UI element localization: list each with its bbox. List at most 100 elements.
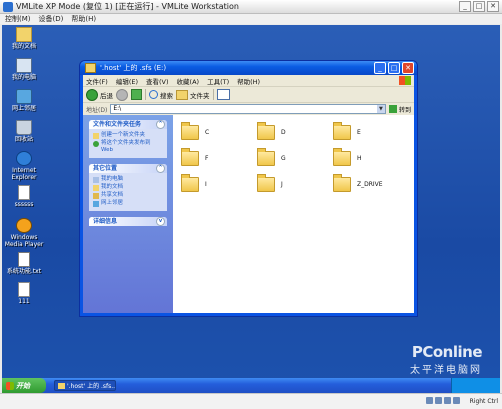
folder-item[interactable]: F bbox=[181, 148, 209, 166]
my-computer-icon bbox=[16, 58, 32, 73]
address-value: E:\ bbox=[113, 105, 122, 112]
menu-tools[interactable]: 工具(T) bbox=[207, 76, 229, 86]
go-label: 转到 bbox=[398, 106, 411, 114]
address-input[interactable]: E:\ ▼ bbox=[110, 104, 386, 114]
folder-item[interactable]: E bbox=[333, 122, 361, 140]
host-key-label: Right Ctrl bbox=[469, 398, 498, 405]
folder-item[interactable]: J bbox=[257, 174, 283, 192]
forward-button[interactable] bbox=[116, 88, 128, 101]
windows-flag-icon bbox=[6, 381, 14, 390]
host-minimize-button[interactable]: _ bbox=[459, 1, 471, 12]
explorer-window-controls: _ □ ✕ bbox=[374, 62, 414, 74]
desktop-icon-label: Windows Media Player bbox=[4, 234, 44, 248]
desktop-icon-111[interactable]: 111 bbox=[4, 282, 44, 305]
desktop-icon-label: 我的文档 bbox=[11, 43, 36, 50]
start-button[interactable]: 开始 bbox=[2, 378, 46, 393]
chevron-up-icon[interactable]: ^ bbox=[156, 164, 165, 173]
desktop-icon-label: 网上邻居 bbox=[11, 105, 36, 112]
folder-item[interactable]: G bbox=[257, 148, 286, 166]
folder-item[interactable]: Z_DRIVE bbox=[333, 174, 383, 192]
vmlite-logo-icon bbox=[3, 1, 13, 12]
task-publish-web[interactable]: 将这个文件夹发布到 Web bbox=[93, 140, 164, 154]
search-button[interactable]: 搜索 bbox=[149, 90, 173, 100]
folder-item[interactable]: H bbox=[333, 148, 362, 166]
desktop-icon-my-documents[interactable]: 我的文档 bbox=[4, 27, 44, 50]
details-title: 详细信息 bbox=[93, 218, 118, 225]
desktop-icon-my-computer[interactable]: 我的电脑 bbox=[4, 58, 44, 81]
address-dropdown-icon[interactable]: ▼ bbox=[376, 105, 385, 113]
minimize-button[interactable]: _ bbox=[374, 62, 386, 74]
host-menu-help[interactable]: 帮助(H) bbox=[71, 14, 96, 24]
explorer-titlebar[interactable]: '.host' 上的 .sfs (E:) _ □ ✕ bbox=[80, 61, 417, 75]
close-button[interactable]: ✕ bbox=[402, 62, 414, 74]
place-network-places[interactable]: 网上邻居 bbox=[93, 200, 164, 207]
other-places-header[interactable]: 其它位置 ^ bbox=[89, 164, 167, 173]
host-maximize-button[interactable]: □ bbox=[473, 1, 485, 12]
desktop-icon-ssssss[interactable]: ssssss bbox=[4, 185, 44, 208]
views-icon[interactable] bbox=[216, 89, 230, 100]
menu-favorites[interactable]: 收藏(A) bbox=[177, 76, 200, 86]
maximize-button[interactable]: □ bbox=[388, 62, 400, 74]
network-icon[interactable] bbox=[453, 397, 460, 404]
host-statusbar: Right Ctrl bbox=[0, 393, 502, 409]
text-file-icon bbox=[18, 252, 30, 267]
cdrom-icon[interactable] bbox=[435, 397, 442, 404]
harddisk-icon[interactable] bbox=[426, 397, 433, 404]
host-menu-devices[interactable]: 设备(D) bbox=[39, 14, 64, 24]
back-button[interactable]: 后退 bbox=[86, 88, 113, 101]
explorer-toolbar: 后退 搜索 文件夹 bbox=[83, 87, 414, 103]
chevron-up-icon[interactable]: ^ bbox=[156, 120, 165, 129]
menu-edit[interactable]: 编辑(E) bbox=[116, 76, 138, 86]
desktop-icon-system-txt[interactable]: 系统功能.txt bbox=[4, 252, 44, 275]
host-close-button[interactable]: ✕ bbox=[487, 1, 499, 12]
desktop-icon-recycle-bin[interactable]: 回收站 bbox=[4, 120, 44, 143]
my-documents-icon bbox=[93, 185, 99, 191]
back-label: 后退 bbox=[100, 91, 113, 100]
folders-button[interactable]: 文件夹 bbox=[176, 89, 210, 100]
host-status-icons bbox=[426, 397, 460, 404]
recycle-bin-icon bbox=[16, 120, 32, 135]
desktop-icon-label: 我的电脑 bbox=[11, 74, 36, 81]
chevron-down-icon[interactable]: v bbox=[156, 217, 165, 226]
folders-icon bbox=[176, 89, 188, 100]
place-my-computer[interactable]: 我的电脑 bbox=[93, 176, 164, 183]
up-folder-icon[interactable] bbox=[131, 89, 142, 100]
details-header[interactable]: 详细信息 v bbox=[89, 217, 167, 226]
folder-item[interactable]: D bbox=[257, 122, 286, 140]
folders-label: 文件夹 bbox=[190, 91, 210, 100]
menu-help[interactable]: 帮助(H) bbox=[237, 76, 260, 86]
desktop-icon-internet-explorer[interactable]: Internet Explorer bbox=[4, 151, 44, 181]
folder-name: F bbox=[205, 155, 209, 162]
explorer-body: 文件(F) 编辑(E) 查看(V) 收藏(A) 工具(T) 帮助(H) 后退 搜… bbox=[83, 75, 414, 313]
desktop-icon-media-player[interactable]: Windows Media Player bbox=[4, 218, 44, 248]
place-label: 共享文档 bbox=[101, 192, 124, 198]
system-tray bbox=[451, 378, 500, 393]
guest-desktop: 我的文档 我的电脑 网上邻居 回收站 Internet Explorer ssss… bbox=[2, 25, 500, 392]
folder-item[interactable]: I bbox=[181, 174, 207, 192]
file-tasks-header[interactable]: 文件和文件夹任务 ^ bbox=[89, 120, 167, 129]
host-menubar: 控制(M) 设备(D) 帮助(H) bbox=[0, 14, 502, 24]
taskbar-window-button[interactable]: '.host' 上的 .sfs... bbox=[54, 380, 116, 391]
folder-icon bbox=[257, 122, 275, 140]
search-icon bbox=[149, 90, 158, 99]
menu-file[interactable]: 文件(F) bbox=[86, 76, 108, 86]
internet-explorer-icon bbox=[16, 151, 32, 166]
task-new-folder[interactable]: 创建一个新文件夹 bbox=[93, 132, 164, 139]
publish-web-icon bbox=[93, 141, 99, 147]
pconline-watermark: PConline 太平洋电脑网 bbox=[410, 343, 483, 376]
menu-view[interactable]: 查看(V) bbox=[146, 76, 169, 86]
place-my-documents[interactable]: 我的文档 bbox=[93, 184, 164, 191]
place-shared-documents[interactable]: 共享文档 bbox=[93, 192, 164, 199]
go-button[interactable]: 转到 bbox=[388, 105, 411, 114]
desktop-icon-network-places[interactable]: 网上邻居 bbox=[4, 89, 44, 112]
usb-icon[interactable] bbox=[444, 397, 451, 404]
new-folder-icon bbox=[93, 133, 99, 139]
host-menu-control[interactable]: 控制(M) bbox=[5, 14, 31, 24]
other-places-title: 其它位置 bbox=[93, 165, 118, 172]
task-label: 创建一个新文件夹 bbox=[101, 132, 146, 138]
folder-name: G bbox=[281, 155, 286, 162]
folder-item[interactable]: C bbox=[181, 122, 209, 140]
toolbar-separator bbox=[212, 89, 214, 100]
windows-logo-icon bbox=[399, 76, 411, 85]
file-list: C D E F G H I J Z_DRIVE bbox=[173, 115, 414, 313]
